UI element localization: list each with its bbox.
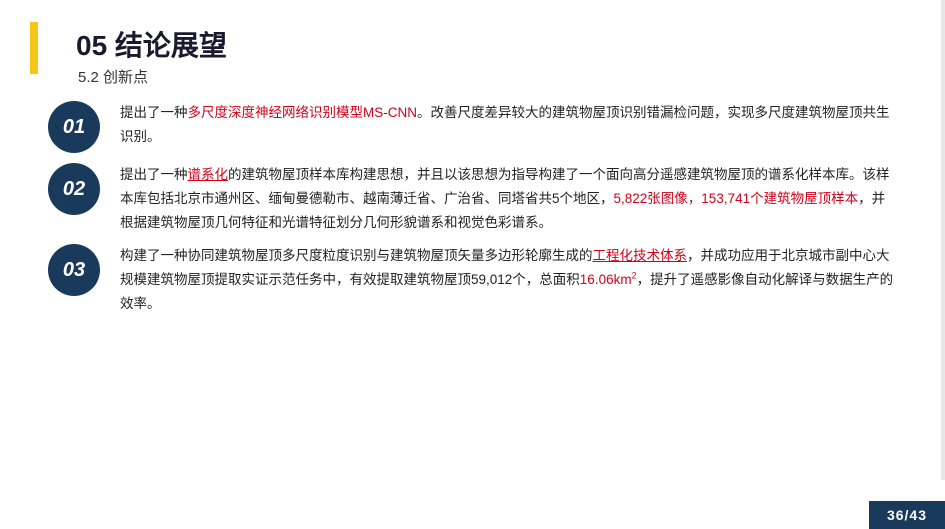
main-title: 05 结论展望: [76, 28, 897, 64]
item-row-02: 02 提出了一种谱系化的建筑物屋顶样本库构建思想，并且以该思想为指导构建了一个面…: [48, 163, 897, 234]
highlight-stats: 5,822张图像，153,741个建筑物屋顶样本: [614, 191, 859, 206]
highlight-spectrum: 谱系化: [188, 167, 229, 182]
highlight-area: 16.06km2: [580, 272, 637, 287]
item-text-03: 构建了一种协同建筑物屋顶多尺度粒度识别与建筑物屋顶矢量多边形轮廓生成的工程化技术…: [120, 244, 897, 315]
item-text-01: 提出了一种多尺度深度神经网络识别模型MS-CNN。改善尺度差异较大的建筑物屋顶识…: [120, 101, 897, 148]
highlight-ms-cnn: 多尺度深度神经网络识别模型MS-CNN: [188, 105, 418, 120]
item-row-03: 03 构建了一种协同建筑物屋顶多尺度粒度识别与建筑物屋顶矢量多边形轮廓生成的工程…: [48, 244, 897, 315]
content-area: 01 提出了一种多尺度深度神经网络识别模型MS-CNN。改善尺度差异较大的建筑物…: [48, 101, 897, 315]
item-text-02: 提出了一种谱系化的建筑物屋顶样本库构建思想，并且以该思想为指导构建了一个面向高分…: [120, 163, 897, 234]
title-section: 05 结论展望 5.2 创新点: [76, 28, 897, 87]
sub-title: 5.2 创新点: [78, 66, 897, 87]
right-accent-bar: [941, 0, 945, 480]
item-row-01: 01 提出了一种多尺度深度神经网络识别模型MS-CNN。改善尺度差异较大的建筑物…: [48, 101, 897, 153]
accent-bar: [30, 22, 38, 74]
item-number-03: 03: [48, 244, 100, 296]
highlight-engineering: 工程化技术体系: [593, 248, 688, 263]
page-number: 36/43: [869, 501, 945, 529]
page-container: 05 结论展望 5.2 创新点 01 提出了一种多尺度深度神经网络识别模型MS-…: [0, 0, 945, 529]
item-number-02: 02: [48, 163, 100, 215]
item-number-01: 01: [48, 101, 100, 153]
